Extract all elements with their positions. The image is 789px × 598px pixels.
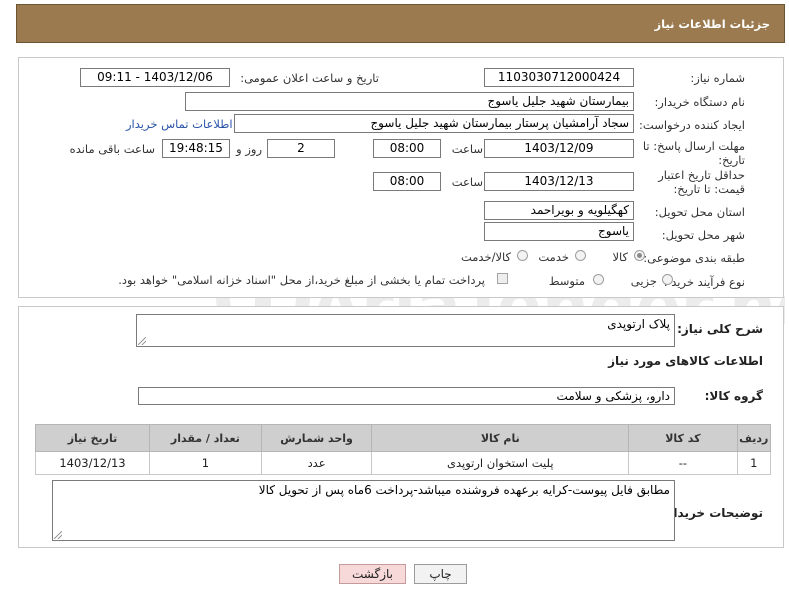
creator-field: سجاد آرامشیان پرستار بیمارستان شهید جلیل… bbox=[234, 114, 634, 133]
deadline-time-field: 08:00 bbox=[373, 139, 441, 158]
header-need-date: تاریخ نیاز bbox=[35, 424, 150, 452]
back-button[interactable]: بازگشت bbox=[339, 564, 406, 584]
items-table: ردیف کد کالا نام کالا واحد شمارش تعداد /… bbox=[35, 424, 772, 475]
goods-group-label: گروه کالا: bbox=[704, 389, 763, 403]
buyer-contact-link[interactable]: اطلاعات تماس خریدار bbox=[126, 117, 233, 131]
cell-quantity: 1 bbox=[149, 451, 262, 475]
category-goods-label: کالا bbox=[612, 250, 628, 264]
remaining-time-label: ساعت باقی مانده bbox=[69, 142, 155, 156]
goods-group-field: دارو، پزشکی و سلامت bbox=[138, 387, 675, 405]
city-field: یاسوج bbox=[484, 222, 634, 241]
remaining-time-field: 19:48:15 bbox=[162, 139, 230, 158]
price-validity-date-field: 1403/12/13 bbox=[484, 172, 634, 191]
treasury-payment-note: پرداخت تمام یا بخشی از مبلغ خرید،از محل … bbox=[118, 273, 485, 287]
category-service-label: خدمت bbox=[538, 250, 569, 264]
price-validity-label: حداقل تاریخ اعتبار قیمت: تا تاریخ: bbox=[658, 168, 745, 196]
price-validity-time-label: ساعت bbox=[451, 175, 483, 189]
process-minor-radio[interactable] bbox=[662, 274, 673, 285]
table-row: 1 -- پلیت استخوان ارتوپدی عدد 1 1403/12/… bbox=[35, 451, 772, 475]
need-number-label: شماره نیاز: bbox=[690, 71, 745, 85]
price-validity-time-field: 08:00 bbox=[373, 172, 441, 191]
cell-unit: عدد bbox=[260, 451, 373, 475]
deadline-label: مهلت ارسال پاسخ: تا تاریخ: bbox=[642, 139, 745, 167]
page-title: جزئیات اطلاعات نیاز bbox=[654, 17, 770, 31]
category-goods-radio[interactable] bbox=[634, 250, 645, 261]
page-header: جزئیات اطلاعات نیاز bbox=[16, 4, 785, 43]
category-both-label: کالا/خدمت bbox=[460, 250, 511, 264]
header-item-name: نام کالا bbox=[371, 424, 630, 452]
creator-label: ایجاد کننده درخواست: bbox=[639, 118, 745, 132]
buyer-notes-field: مطابق فایل پیوست-کرایه برعهده فروشنده می… bbox=[52, 480, 675, 541]
header-item-code: کد کالا bbox=[628, 424, 738, 452]
cell-item-name: پلیت استخوان ارتوپدی bbox=[371, 451, 630, 475]
items-table-wrap: ردیف کد کالا نام کالا واحد شمارش تعداد /… bbox=[35, 424, 772, 475]
category-service-radio[interactable] bbox=[575, 250, 586, 261]
buyer-org-field: بیمارستان شهید جلیل یاسوج bbox=[185, 92, 634, 111]
deadline-date-field: 1403/12/09 bbox=[484, 139, 634, 158]
header-unit: واحد شمارش bbox=[260, 424, 373, 452]
buyer-notes-text: مطابق فایل پیوست-کرایه برعهده فروشنده می… bbox=[258, 483, 670, 497]
cell-need-date: 1403/12/13 bbox=[35, 451, 150, 475]
deadline-time-label: ساعت bbox=[451, 142, 483, 156]
summary-field: پلاک ارتوپدی bbox=[136, 314, 675, 347]
header-row-number: ردیف bbox=[736, 424, 772, 452]
header-quantity: تعداد / مقدار bbox=[149, 424, 262, 452]
goods-info-heading: اطلاعات کالاهای مورد نیاز bbox=[608, 354, 763, 368]
days-remaining-field: 2 bbox=[267, 139, 335, 158]
province-label: استان محل تحویل: bbox=[654, 205, 745, 219]
need-number-field: 1103030712000424 bbox=[484, 68, 634, 87]
buyer-org-label: نام دستگاه خریدار: bbox=[654, 95, 745, 109]
city-label: شهر محل تحویل: bbox=[661, 228, 745, 242]
category-both-radio[interactable] bbox=[517, 250, 528, 261]
resize-handle-icon[interactable] bbox=[138, 337, 146, 345]
print-button[interactable]: چاپ bbox=[414, 564, 467, 584]
items-table-header-row: ردیف کد کالا نام کالا واحد شمارش تعداد /… bbox=[35, 424, 772, 452]
cell-item-code: -- bbox=[628, 451, 738, 475]
treasury-payment-checkbox[interactable] bbox=[497, 273, 508, 284]
province-field: کهگیلویه و بویراحمد bbox=[484, 201, 634, 220]
process-medium-radio[interactable] bbox=[593, 274, 604, 285]
category-label: طبقه بندی موضوعی: bbox=[643, 251, 745, 265]
process-minor-label: جزیی bbox=[630, 274, 657, 288]
announce-date-label: تاریخ و ساعت اعلان عمومی: bbox=[240, 71, 379, 85]
process-label: نوع فرآیند خرید : bbox=[663, 275, 745, 289]
summary-text: پلاک ارتوپدی bbox=[607, 317, 670, 331]
resize-handle-icon[interactable] bbox=[54, 531, 62, 539]
summary-label: شرح کلی نیاز: bbox=[677, 322, 763, 336]
buyer-notes-label: توضیحات خریدار: bbox=[661, 506, 763, 520]
cell-row-number: 1 bbox=[736, 451, 772, 475]
days-label: روز و bbox=[236, 142, 262, 156]
announce-date-field: 1403/12/06 - 09:11 bbox=[80, 68, 230, 87]
process-medium-label: متوسط bbox=[548, 274, 585, 288]
